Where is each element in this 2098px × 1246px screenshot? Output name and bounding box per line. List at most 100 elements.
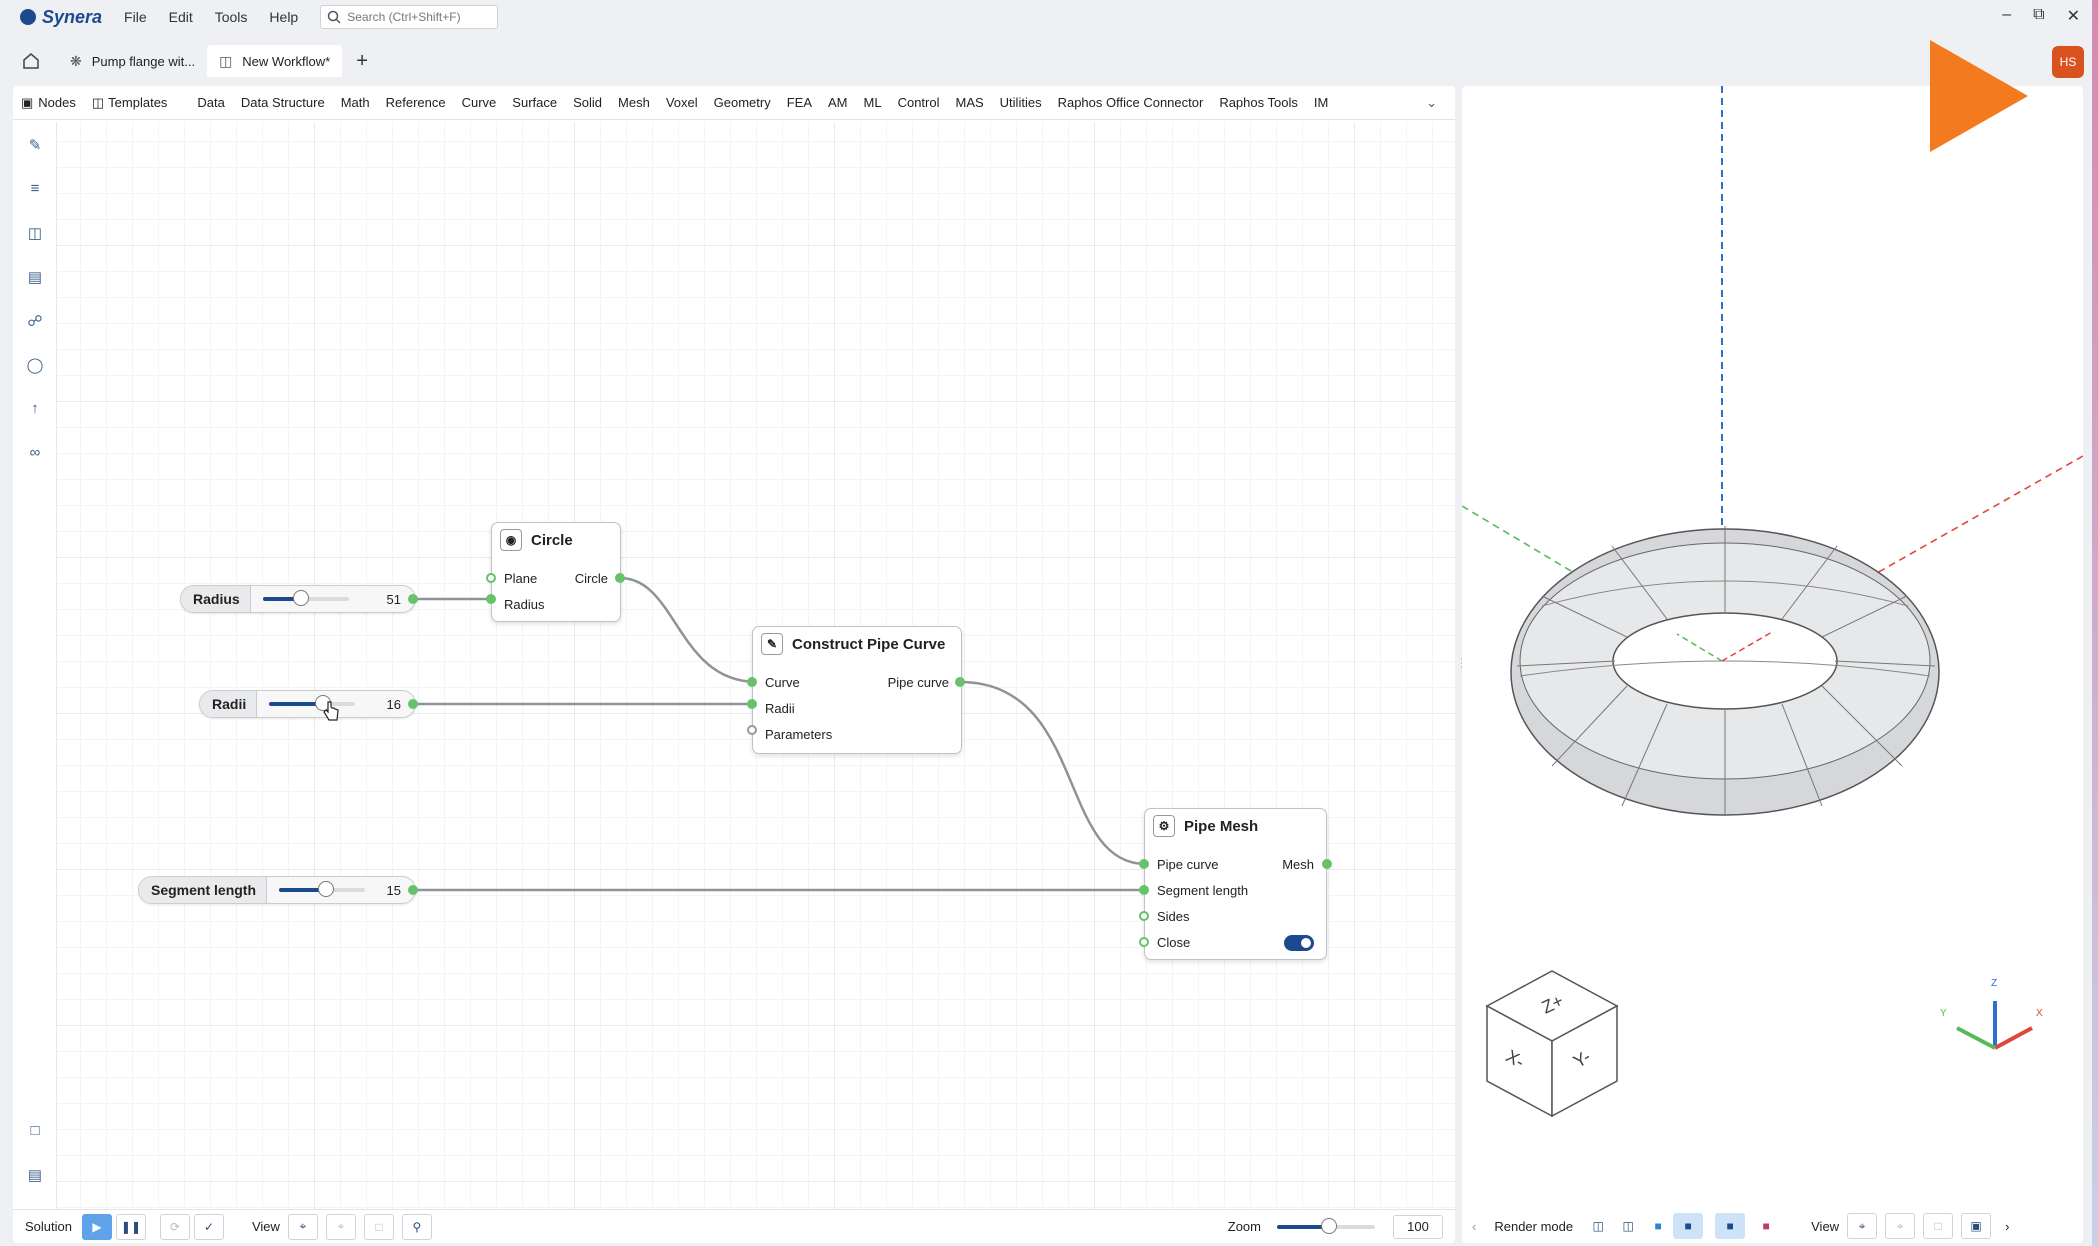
input-port[interactable] — [1139, 911, 1149, 921]
chat-icon[interactable]: □ — [25, 1122, 45, 1142]
viewport-panel[interactable]: Z+ X- Y- Z X Y ‹ Render mode ◫ ◫ ■ ■ ■ ■… — [1462, 86, 2083, 1243]
ribbon-category[interactable]: Data — [189, 95, 232, 110]
play-button[interactable]: ▶ — [81, 1213, 112, 1240]
ribbon-category[interactable]: Control — [890, 95, 948, 110]
menu-edit[interactable]: Edit — [169, 9, 193, 25]
construct-pipe-curve-node[interactable]: ✎ Construct Pipe Curve Curve Radii Parame… — [752, 626, 962, 754]
ribbon-category[interactable]: Solid — [565, 95, 610, 110]
minimize-icon[interactable]: – — [2002, 6, 2011, 26]
ribbon-category[interactable]: IM — [1306, 95, 1336, 110]
slider-track[interactable] — [279, 881, 366, 897]
wireframe-render-button[interactable]: ◫ — [1583, 1213, 1614, 1239]
viewport-zoom-selection-button[interactable]: ⌖ — [1885, 1213, 1916, 1239]
input-port[interactable] — [1139, 859, 1149, 869]
zoom-value-input[interactable]: 100 — [1393, 1214, 1443, 1239]
slider-knob[interactable] — [318, 881, 335, 897]
ribbon-templates[interactable]: ◫ Templates — [84, 95, 176, 111]
input-port[interactable] — [486, 594, 496, 604]
circle-node[interactable]: ◉ Circle Plane Radius Circle — [491, 522, 621, 622]
variable-icon[interactable]: ∞ — [25, 444, 45, 464]
ribbon-category[interactable]: ML — [856, 95, 890, 110]
viewport-zoom-fit-button[interactable]: ⌖ — [1847, 1213, 1878, 1239]
output-port[interactable] — [615, 573, 625, 583]
restore-icon[interactable]: ⧉ — [2033, 6, 2044, 26]
chevron-left-icon[interactable]: ‹ — [1472, 1219, 1476, 1234]
recompute-button[interactable]: ⟳ — [159, 1213, 190, 1240]
chevron-down-icon[interactable]: ⌄ — [1426, 95, 1437, 111]
ribbon-category[interactable]: Voxel — [658, 95, 706, 110]
menu-file[interactable]: File — [124, 9, 147, 25]
tab-new-workflow[interactable]: ◫ New Workflow* — [207, 45, 343, 77]
library-icon[interactable]: ◫ — [25, 224, 45, 244]
ribbon-category[interactable]: Raphos Tools — [1211, 95, 1306, 110]
shaded-edges-render-button[interactable]: ■ — [1673, 1213, 1704, 1239]
node-canvas[interactable]: Radius 51 Radii 16 Segment length 15 ◉ Ci… — [57, 122, 1455, 1209]
close-icon[interactable]: ✕ — [2067, 6, 2080, 26]
solid-render-button[interactable]: ■ — [1715, 1213, 1746, 1239]
output-port[interactable] — [408, 594, 418, 604]
home-icon[interactable] — [22, 52, 40, 70]
radius-slider[interactable]: Radius 51 — [180, 585, 416, 613]
input-port[interactable] — [486, 573, 496, 583]
output-port[interactable] — [408, 885, 418, 895]
slider-track[interactable] — [269, 695, 356, 711]
slider-track[interactable] — [262, 590, 349, 606]
pipe-mesh-node[interactable]: ⚙ Pipe Mesh Pipe curve Segment length Sid… — [1144, 808, 1327, 960]
radii-slider[interactable]: Radii 16 — [199, 690, 416, 718]
zoom-selection-button[interactable]: ⌖ — [325, 1213, 356, 1240]
list-icon[interactable]: ▤ — [25, 268, 45, 288]
palette-icon[interactable]: ◯ — [25, 356, 45, 376]
chevron-right-icon[interactable]: › — [2005, 1219, 2009, 1234]
edit-note-icon[interactable]: ✎ — [25, 136, 45, 156]
zoom-fit-button[interactable]: ⌖ — [287, 1213, 318, 1240]
input-port[interactable] — [747, 725, 757, 735]
ribbon-nodes[interactable]: ▣ Nodes — [13, 95, 84, 111]
close-toggle[interactable] — [1284, 935, 1314, 951]
segment-length-slider[interactable]: Segment length 15 — [138, 876, 416, 904]
ribbon-category[interactable]: Math — [333, 95, 378, 110]
viewport-section-button[interactable]: □ — [1923, 1213, 1954, 1239]
ribbon-category[interactable]: Curve — [454, 95, 505, 110]
analysis-render-button[interactable]: ■ — [1751, 1213, 1782, 1239]
window-controls: – ⧉ ✕ — [2002, 6, 2080, 26]
ribbon-category[interactable]: Geometry — [706, 95, 779, 110]
input-port[interactable] — [747, 677, 757, 687]
tab-pump-flange[interactable]: ❋ Pump flange wit... — [58, 45, 207, 77]
panel-splitter[interactable]: ⋮ — [1456, 657, 1468, 684]
hidden-line-render-button[interactable]: ◫ — [1613, 1213, 1644, 1239]
input-port[interactable] — [1139, 885, 1149, 895]
ribbon-category[interactable]: Reference — [378, 95, 454, 110]
validate-button[interactable]: ✓ — [193, 1213, 224, 1240]
database-icon[interactable]: ▤ — [25, 1166, 45, 1186]
ribbon-category[interactable]: Raphos Office Connector — [1050, 95, 1212, 110]
slider-knob[interactable] — [293, 590, 310, 606]
output-port[interactable] — [1322, 859, 1332, 869]
3d-viewport[interactable] — [1462, 86, 2083, 1209]
sliders-icon[interactable]: ≡ — [25, 180, 45, 200]
avatar[interactable]: HS — [2052, 46, 2084, 78]
input-port[interactable] — [1139, 937, 1149, 947]
zoom-slider[interactable] — [1277, 1217, 1375, 1234]
viewport-screenshot-button[interactable]: ▣ — [1961, 1213, 1992, 1239]
output-port[interactable] — [408, 699, 418, 709]
search-input[interactable]: Search (Ctrl+Shift+F) — [320, 5, 499, 29]
zoom-window-button[interactable]: □ — [363, 1213, 394, 1240]
ribbon-category[interactable]: FEA — [779, 95, 820, 110]
ribbon-category[interactable]: MAS — [948, 95, 992, 110]
menu-tools[interactable]: Tools — [215, 9, 248, 25]
pause-button[interactable]: ❚❚ — [115, 1213, 146, 1240]
output-port[interactable] — [955, 677, 965, 687]
find-button[interactable]: ⚲ — [401, 1213, 432, 1240]
search-icon — [327, 10, 341, 24]
ribbon-category[interactable]: Surface — [504, 95, 565, 110]
ribbon-category[interactable]: AM — [820, 95, 856, 110]
hierarchy-icon[interactable]: ☍ — [25, 312, 45, 332]
ribbon-category[interactable]: Data Structure — [233, 95, 333, 110]
shaded-render-button[interactable]: ■ — [1643, 1213, 1674, 1239]
ribbon-category[interactable]: Mesh — [610, 95, 658, 110]
menu-help[interactable]: Help — [269, 9, 298, 25]
upload-icon[interactable]: ↑ — [25, 400, 45, 420]
ribbon-category[interactable]: Utilities — [992, 95, 1050, 110]
add-tab-button[interactable]: + — [356, 50, 368, 73]
input-port[interactable] — [747, 699, 757, 709]
